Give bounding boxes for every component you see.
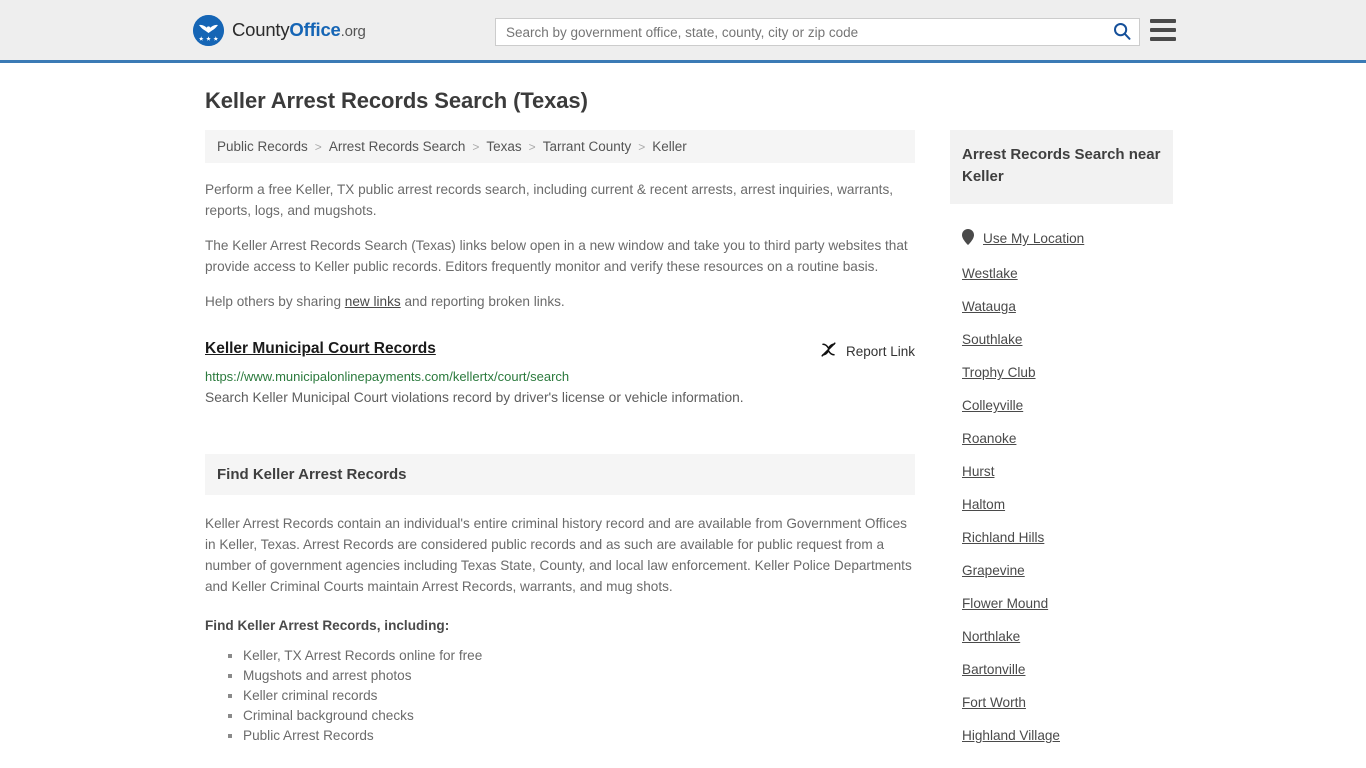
site-logo-text: CountyOffice.org: [232, 19, 366, 41]
breadcrumb-item-texas[interactable]: Texas: [486, 139, 521, 154]
content-row: Public Records > Arrest Records Search >…: [205, 130, 1173, 752]
sidebar-item-hurst[interactable]: Hurst: [950, 455, 1173, 488]
sidebar-item-southlake[interactable]: Southlake: [950, 323, 1173, 356]
main-column: Public Records > Arrest Records Search >…: [205, 130, 915, 752]
breadcrumb-item-public-records[interactable]: Public Records: [217, 139, 308, 154]
section-paragraph: Keller Arrest Records contain an individ…: [205, 516, 912, 594]
sidebar-link[interactable]: Roanoke: [962, 431, 1016, 446]
section-list: Keller, TX Arrest Records online for fre…: [205, 646, 915, 746]
list-item: Keller, TX Arrest Records online for fre…: [227, 646, 915, 666]
broken-link-icon: [820, 341, 837, 361]
result-header: Keller Municipal Court Records Report Li…: [205, 340, 915, 361]
hamburger-menu-icon[interactable]: [1150, 19, 1176, 41]
share-suffix: and reporting broken links.: [400, 294, 565, 309]
page-container: Keller Arrest Records Search (Texas) Pub…: [0, 63, 1366, 752]
logo-text-office: Office: [289, 19, 341, 40]
sidebar-item-watauga[interactable]: Watauga: [950, 290, 1173, 323]
sidebar-item-grapevine[interactable]: Grapevine: [950, 554, 1173, 587]
site-header: CountyOffice.org: [0, 0, 1366, 63]
breadcrumb-item-tarrant-county[interactable]: Tarrant County: [543, 139, 632, 154]
intro-share-paragraph: Help others by sharing new links and rep…: [205, 291, 915, 312]
use-my-location-link[interactable]: Use My Location: [983, 231, 1084, 246]
sidebar-link[interactable]: Highland Village: [962, 728, 1060, 743]
search-bar[interactable]: [495, 18, 1140, 46]
breadcrumb-item-keller: Keller: [652, 139, 687, 154]
sidebar-link[interactable]: Flower Mound: [962, 596, 1048, 611]
section-body: Keller Arrest Records contain an individ…: [205, 513, 915, 746]
sidebar-item-roanoke[interactable]: Roanoke: [950, 422, 1173, 455]
sidebar-heading: Arrest Records Search near Keller: [950, 130, 1173, 204]
sidebar-link[interactable]: Westlake: [962, 266, 1018, 281]
sidebar-link[interactable]: Grapevine: [962, 563, 1025, 578]
sidebar-link[interactable]: Watauga: [962, 299, 1016, 314]
sidebar-item-richland-hills[interactable]: Richland Hills: [950, 521, 1173, 554]
result-description: Search Keller Municipal Court violations…: [205, 390, 744, 405]
map-pin-icon: [962, 229, 974, 248]
breadcrumb-separator: >: [528, 139, 536, 154]
sidebar-item-fort-worth[interactable]: Fort Worth: [950, 686, 1173, 719]
sidebar-item-bartonville[interactable]: Bartonville: [950, 653, 1173, 686]
eagle-shield-logo-icon: [193, 14, 224, 46]
search-input[interactable]: [496, 19, 1105, 45]
hamburger-bar-2: [1150, 28, 1176, 32]
share-prefix: Help others by sharing: [205, 294, 345, 309]
list-item: Keller criminal records: [227, 686, 915, 706]
sidebar-nearby-list: Use My Location Westlake Watauga Southla…: [950, 220, 1173, 752]
sidebar-link[interactable]: Richland Hills: [962, 530, 1044, 545]
logo-text-county: County: [232, 19, 290, 40]
breadcrumb-separator: >: [472, 139, 480, 154]
sidebar-item-haltom[interactable]: Haltom: [950, 488, 1173, 521]
list-item: Mugshots and arrest photos: [227, 666, 915, 686]
sidebar-link[interactable]: Bartonville: [962, 662, 1025, 677]
result-title-link[interactable]: Keller Municipal Court Records: [205, 340, 436, 358]
section-list-intro: Find Keller Arrest Records, including:: [205, 618, 450, 633]
sidebar-item-westlake[interactable]: Westlake: [950, 257, 1173, 290]
page-title: Keller Arrest Records Search (Texas): [205, 88, 588, 113]
result-url: https://www.municipalonlinepayments.com/…: [205, 369, 570, 384]
intro-paragraph-1: Perform a free Keller, TX public arrest …: [205, 182, 894, 218]
sidebar-item-trophy-club[interactable]: Trophy Club: [950, 356, 1173, 389]
result-item: Keller Municipal Court Records Report Li…: [205, 340, 915, 408]
sidebar-link[interactable]: Trophy Club: [962, 365, 1036, 380]
section-heading: Find Keller Arrest Records: [205, 454, 915, 495]
breadcrumb-item-arrest-records-search[interactable]: Arrest Records Search: [329, 139, 466, 154]
logo-text-org: .org: [340, 23, 366, 40]
sidebar-link[interactable]: Hurst: [962, 464, 994, 479]
list-item: Criminal background checks: [227, 706, 915, 726]
new-links-link[interactable]: new links: [345, 294, 401, 309]
sidebar-item-colleyville[interactable]: Colleyville: [950, 389, 1173, 422]
report-link-label: Report Link: [845, 343, 915, 359]
sidebar-item-highland-village[interactable]: Highland Village: [950, 719, 1173, 752]
breadcrumb-separator: >: [638, 139, 646, 154]
breadcrumb: Public Records > Arrest Records Search >…: [205, 130, 915, 163]
intro-paragraph-2: The Keller Arrest Records Search (Texas)…: [205, 238, 908, 274]
hamburger-bar-1: [1150, 19, 1176, 23]
list-item: Public Arrest Records: [227, 726, 915, 746]
sidebar-item-flower-mound[interactable]: Flower Mound: [950, 587, 1173, 620]
report-link-button[interactable]: Report Link: [820, 340, 915, 361]
sidebar-item-use-my-location[interactable]: Use My Location: [950, 220, 1173, 257]
hamburger-bar-3: [1150, 37, 1176, 41]
sidebar-link[interactable]: Southlake: [962, 332, 1022, 347]
sidebar: Arrest Records Search near Keller Use My…: [950, 130, 1173, 752]
breadcrumb-separator: >: [314, 139, 322, 154]
sidebar-link[interactable]: Fort Worth: [962, 695, 1026, 710]
search-icon: [1113, 22, 1131, 43]
sidebar-item-northlake[interactable]: Northlake: [950, 620, 1173, 653]
site-logo[interactable]: CountyOffice.org: [193, 14, 366, 46]
search-button[interactable]: [1105, 19, 1139, 45]
sidebar-link[interactable]: Colleyville: [962, 398, 1023, 413]
find-records-section: Find Keller Arrest Records Keller Arrest…: [205, 454, 915, 746]
sidebar-link[interactable]: Haltom: [962, 497, 1005, 512]
intro-text: Perform a free Keller, TX public arrest …: [205, 179, 915, 312]
sidebar-link[interactable]: Northlake: [962, 629, 1020, 644]
